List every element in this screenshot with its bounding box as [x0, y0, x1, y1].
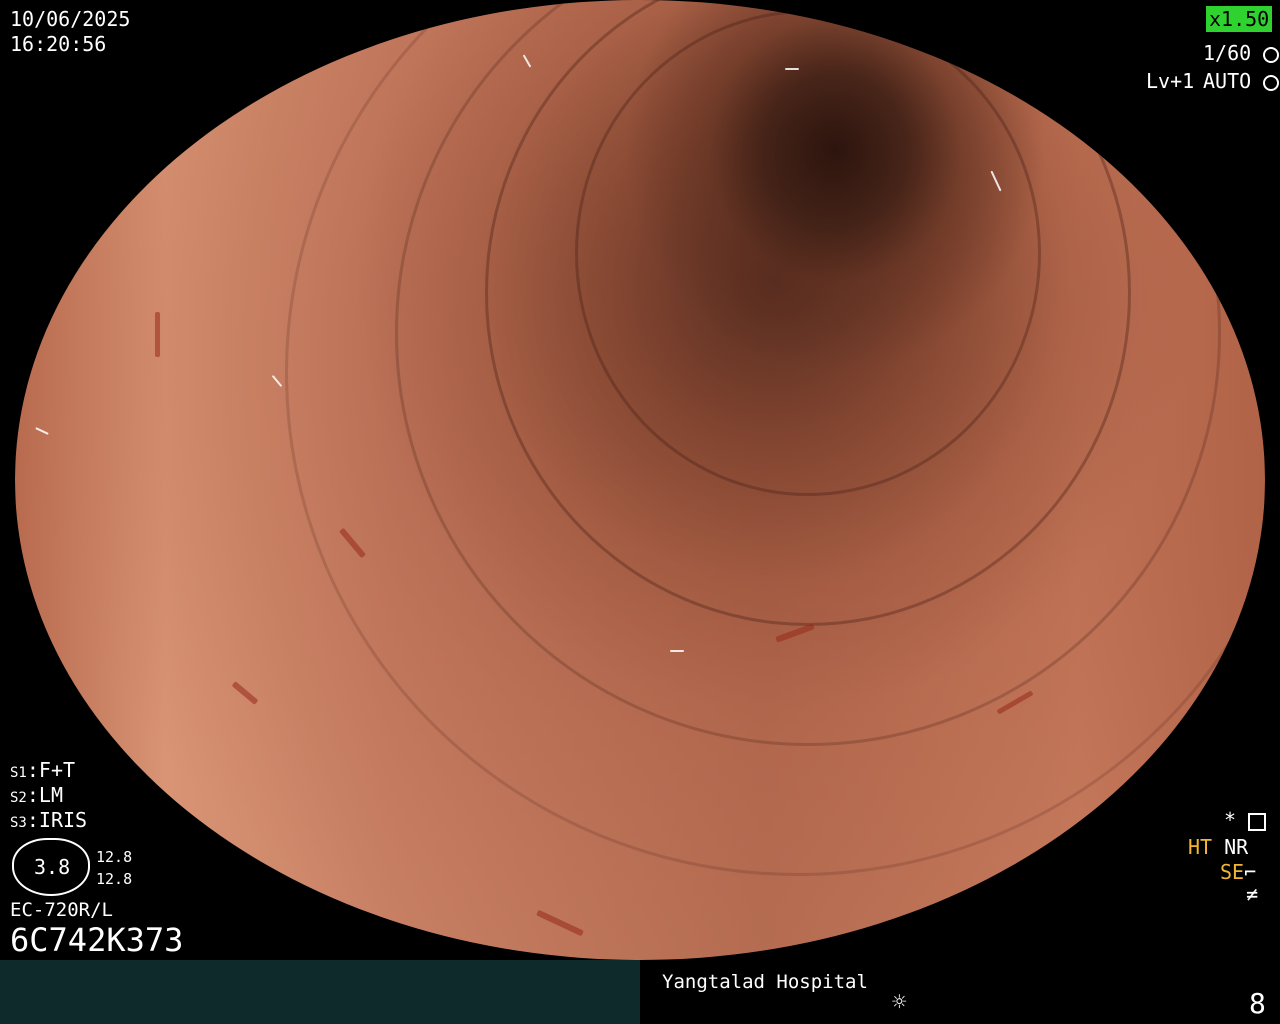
shutter-label: 1/60 [1203, 41, 1280, 65]
star-label: * [1224, 808, 1237, 832]
level-label: Lv+1 [1146, 69, 1195, 93]
hospital-name: Yangtalad Hospital [662, 971, 868, 993]
switch-key: S1 [10, 765, 27, 781]
zoom-indicator: x1.50 [1206, 6, 1273, 32]
time-label: 16:20:56 [10, 32, 107, 56]
switch-row-2: S2:LM [10, 783, 63, 807]
switch-value: LM [38, 783, 63, 807]
shutter-icon [1263, 46, 1280, 63]
nr-label: NR [1224, 835, 1249, 859]
se-indicator: SE⌐ [1220, 862, 1256, 882]
ht-label: HT [1188, 835, 1213, 859]
tip-upper-value: 12.8 [96, 848, 133, 866]
switch-value: IRIS [38, 808, 88, 832]
tip-main-value: 3.8 [34, 855, 71, 879]
switch-key: S3 [10, 815, 27, 831]
vessel-mark [231, 681, 259, 705]
specular-highlight [670, 650, 684, 652]
scope-model: EC-720R/L [10, 899, 113, 921]
mucosal-fold [285, 0, 1265, 876]
iris-mode-value: AUTO [1203, 69, 1252, 93]
switch-row-3: S3:IRIS [10, 808, 88, 832]
specular-highlight [35, 427, 49, 435]
shutter-value: 1/60 [1203, 41, 1252, 65]
vessel-mark [536, 909, 584, 937]
scope-serial: 6C742K373 [10, 921, 184, 959]
iris-icon [1263, 74, 1280, 91]
endoscope-view [15, 0, 1265, 960]
settings-indicator: * [1224, 808, 1267, 832]
se-label: SE [1220, 860, 1245, 884]
frame-number: 8 [1249, 987, 1266, 1020]
filter-icon: ≠ [1246, 882, 1259, 906]
switch-key: S2 [10, 790, 27, 806]
ht-nr-indicator: HT NR [1188, 837, 1248, 857]
light-icon: ☼ [892, 988, 907, 1016]
date-label: 10/06/2025 [10, 7, 131, 31]
patient-info-bar [0, 960, 640, 1024]
tip-lower-value: 12.8 [96, 870, 133, 888]
iris-mode-label: AUTO [1203, 69, 1280, 93]
se-curve-icon: ⌐ [1244, 860, 1257, 884]
switch-value: F+T [38, 758, 76, 782]
switch-row-1: S1:F+T [10, 758, 76, 782]
vessel-mark [155, 312, 160, 357]
specular-highlight [271, 374, 283, 388]
settings-icon [1248, 812, 1267, 831]
specular-highlight [785, 68, 799, 70]
